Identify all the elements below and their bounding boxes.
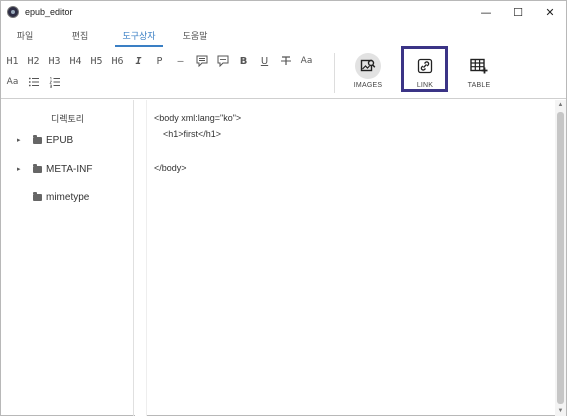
- expand-caret-icon[interactable]: ▸: [17, 165, 25, 173]
- h4-button[interactable]: H4: [65, 51, 86, 71]
- minimize-button[interactable]: —: [470, 1, 502, 23]
- comment-lines-icon: [196, 55, 207, 67]
- image-search-icon: [355, 53, 381, 79]
- folder-icon: [33, 163, 42, 173]
- numbered-list-button[interactable]: [44, 72, 65, 92]
- numbered-list-icon: [48, 77, 60, 88]
- title-bar: epub_editor — ☐ ✕: [1, 1, 566, 23]
- scrollbar-thumb[interactable]: [557, 112, 564, 404]
- table-label: TABLE: [467, 82, 491, 89]
- window-controls: — ☐ ✕: [470, 1, 566, 23]
- editor-gutter: [135, 100, 147, 416]
- table-button[interactable]: TABLE: [456, 48, 502, 94]
- folder-icon: [33, 134, 42, 144]
- images-button[interactable]: IMAGES: [345, 48, 391, 94]
- close-button[interactable]: ✕: [534, 1, 566, 23]
- quote-comment-button[interactable]: [191, 51, 212, 71]
- app-logo-icon: [7, 6, 19, 18]
- tree-item-epub[interactable]: ▸ EPUB: [1, 133, 73, 147]
- tree-item-label: mimetype: [46, 191, 90, 203]
- h1-button[interactable]: H1: [2, 51, 23, 71]
- app-window: epub_editor — ☐ ✕ 파일 편집 도구상자 도움말 H1 H2 H…: [0, 0, 567, 416]
- italic-button[interactable]: I: [128, 51, 149, 71]
- tree-item-meta-inf[interactable]: ▸ META-INF: [1, 162, 92, 176]
- scroll-up-arrow-icon[interactable]: ▲: [555, 100, 566, 110]
- tree-item-mimetype[interactable]: ▸ mimetype: [1, 190, 89, 204]
- h6-button[interactable]: H6: [107, 51, 128, 71]
- directory-panel: 디렉토리 ▸ EPUB ▸ META-INF ▸ mimetype: [1, 100, 134, 416]
- code-line: <h1>first</h1>: [163, 129, 222, 139]
- h5-button[interactable]: H5: [86, 51, 107, 71]
- tree-item-label: EPUB: [46, 134, 74, 146]
- horizontal-rule-button[interactable]: —: [170, 51, 191, 71]
- tab-edit[interactable]: 편집: [49, 23, 111, 47]
- h2-button[interactable]: H2: [23, 51, 44, 71]
- directory-title: 디렉토리: [50, 114, 85, 124]
- tab-file[interactable]: 파일: [1, 23, 49, 47]
- expand-caret-icon[interactable]: ▸: [17, 136, 25, 144]
- bulleted-list-icon: [28, 77, 39, 87]
- h3-button[interactable]: H3: [44, 51, 65, 71]
- format-toolbar-row: H1 H2 H3 H4 H5 H6 I P — B U Aa: [1, 51, 317, 71]
- font-size-small-button[interactable]: Aa: [2, 72, 23, 92]
- comment-button[interactable]: [212, 51, 233, 71]
- toolbar: H1 H2 H3 H4 H5 H6 I P — B U Aa Aa IMAGES…: [1, 47, 566, 99]
- tab-help[interactable]: 도움말: [167, 23, 223, 47]
- tree-item-label: META-INF: [46, 163, 93, 175]
- toolbar-divider: [334, 53, 335, 93]
- underline-button[interactable]: U: [254, 51, 275, 71]
- bulleted-list-button[interactable]: [23, 72, 44, 92]
- bold-button[interactable]: B: [233, 51, 254, 71]
- tab-toolbox[interactable]: 도구상자: [111, 23, 167, 47]
- scroll-down-arrow-icon[interactable]: ▼: [555, 406, 566, 416]
- font-size-button[interactable]: Aa: [296, 51, 317, 71]
- maximize-button[interactable]: ☐: [502, 1, 534, 23]
- images-label: IMAGES: [353, 82, 383, 89]
- vertical-scrollbar[interactable]: ▲ ▼: [555, 100, 566, 416]
- comment-icon: [217, 55, 228, 67]
- window-title: epub_editor: [25, 7, 73, 17]
- folder-icon: [33, 191, 42, 201]
- strikethrough-icon: [280, 56, 291, 65]
- menu-tabs: 파일 편집 도구상자 도움말: [1, 23, 566, 47]
- code-line: </body>: [154, 163, 187, 173]
- list-toolbar-row: Aa: [1, 72, 65, 92]
- code-editor[interactable]: <body xml:lang="ko"> <h1>first</h1> </bo…: [148, 100, 554, 416]
- strikethrough-button[interactable]: [275, 51, 296, 71]
- code-line: <body xml:lang="ko">: [154, 113, 242, 123]
- paragraph-button[interactable]: P: [149, 51, 170, 71]
- table-add-icon: [466, 53, 492, 79]
- link-highlight-box: [401, 46, 448, 92]
